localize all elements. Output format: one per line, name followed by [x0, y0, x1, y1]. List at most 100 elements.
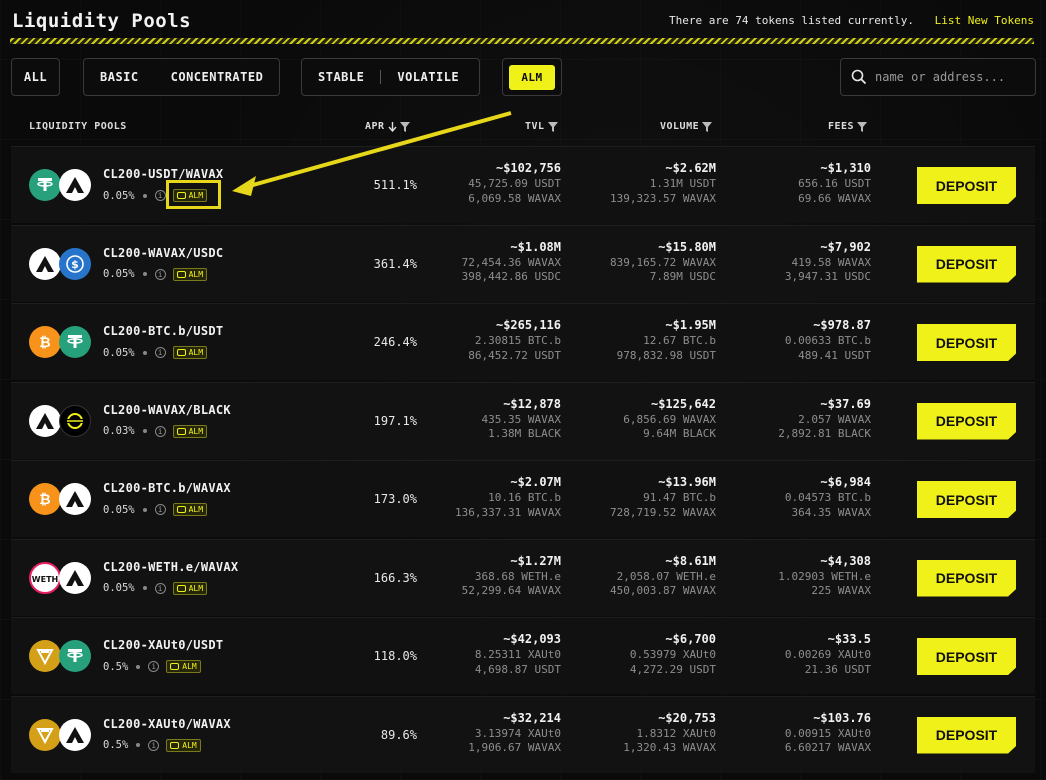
pool-apr: 246.4%: [373, 335, 417, 349]
info-icon[interactable]: i: [154, 190, 166, 201]
svg-text:₿: ₿: [39, 492, 50, 508]
info-icon[interactable]: i: [154, 268, 166, 280]
tvl-token-a: 45,725.09 USDT: [468, 177, 561, 190]
deposit-button[interactable]: DEPOSIT: [917, 167, 1016, 204]
deposit-button[interactable]: DEPOSIT: [917, 638, 1016, 675]
pool-name[interactable]: CL200-XAUt0/USDT: [103, 638, 223, 652]
volume-total: ~$20,753: [658, 710, 716, 725]
alm-badge: ALM: [172, 424, 208, 438]
fees-token-b: 225 WAVAX: [811, 584, 871, 597]
column-header-apr[interactable]: APR: [365, 121, 410, 132]
search-box[interactable]: [840, 58, 1036, 96]
separator-dot: [142, 272, 147, 276]
alm-highlight-box: [166, 180, 221, 209]
pool-name[interactable]: CL200-BTC.b/WAVAX: [103, 481, 231, 495]
alm-badge: ALM: [172, 267, 208, 281]
pool-apr: 166.3%: [373, 570, 417, 585]
filter-all-label[interactable]: ALL: [8, 70, 63, 84]
pool-name[interactable]: CL200-WAVAX/USDC: [103, 246, 223, 260]
column-header-pools[interactable]: LIQUIDITY POOLS: [29, 121, 127, 132]
pool-name[interactable]: CL200-WETH.e/WAVAX: [103, 560, 238, 574]
deposit-button[interactable]: DEPOSIT: [917, 716, 1016, 754]
pool-apr: 89.6%: [380, 727, 417, 742]
filter-volatile[interactable]: VOLATILE: [381, 70, 475, 84]
info-icon[interactable]: i: [148, 739, 160, 751]
pool-row[interactable]: ₿ CL200-BTC.b/USDT 0.05% i ALM 246.4% ~$…: [11, 303, 1035, 380]
robot-icon: [170, 741, 180, 749]
volume-total: ~$2.62M: [665, 161, 716, 175]
column-header-apr-label: APR: [365, 121, 385, 132]
volume-token-b: 1,320.43 WAVAX: [623, 741, 716, 754]
tvl-total: ~$2.07M: [510, 475, 561, 489]
page-title: Liquidity Pools: [12, 10, 192, 32]
column-header-fees[interactable]: FEES: [828, 121, 868, 132]
alm-badge-label: ALM: [182, 662, 197, 671]
pool-name[interactable]: CL200-WAVAX/BLACK: [103, 403, 231, 417]
pool-row[interactable]: CL200-USDT/WAVAX 0.05% i ALM 511.1% ~$10…: [11, 146, 1035, 223]
fees-token-b: 21.36 USDT: [804, 662, 871, 676]
pool-fee: 0.05%: [103, 503, 135, 516]
fees-token-b: 3,947.31 USDC: [784, 270, 871, 283]
token-pair-icons: [29, 718, 91, 751]
tvl-total: ~$102,756: [495, 161, 561, 175]
robot-icon: [176, 584, 186, 592]
separator-dot: [142, 193, 147, 198]
alm-badge-label: ALM: [188, 583, 204, 593]
info-icon[interactable]: i: [148, 661, 160, 672]
tvl-token-b: 6,069.58 WAVAX: [468, 191, 561, 205]
volume-token-b: 7.89M USDC: [649, 270, 716, 283]
fees-total: ~$1,310: [820, 161, 871, 175]
fees-total: ~$37.69: [820, 396, 871, 411]
deposit-button[interactable]: DEPOSIT: [917, 481, 1016, 518]
pool-meta: 0.5% i ALM: [103, 660, 201, 673]
filter-basic[interactable]: BASIC: [84, 70, 155, 84]
fees-token-a: 0.04573 BTC.b: [784, 491, 871, 504]
info-icon[interactable]: i: [154, 347, 166, 358]
token-pair-icons: [29, 169, 91, 201]
pool-row[interactable]: $ CL200-WAVAX/USDC 0.05% i ALM 361.4% ~$…: [11, 224, 1035, 302]
tvl-token-a: 2.30815 BTC.b: [474, 334, 561, 347]
info-icon[interactable]: i: [154, 425, 166, 437]
column-header-volume-label: VOLUME: [660, 121, 700, 132]
pool-volume: ~$20,753 1.8312 XAUt0 1,320.43 WAVAX: [623, 710, 716, 756]
deposit-button[interactable]: DEPOSIT: [917, 402, 1016, 440]
filter-concentrated[interactable]: CONCENTRATED: [155, 70, 280, 84]
alm-badge-label: ALM: [188, 269, 204, 279]
fees-total: ~$33.5: [827, 632, 871, 646]
fees-total: ~$103.76: [813, 710, 871, 725]
pool-tvl: ~$42,093 8.25311 XAUt0 4,698.87 USDT: [475, 631, 561, 677]
search-input[interactable]: [875, 70, 1015, 84]
pool-volume: ~$1.95M 12.67 BTC.b 978,832.98 USDT: [617, 317, 716, 363]
pool-name[interactable]: CL200-XAUt0/WAVAX: [103, 717, 231, 731]
deposit-button[interactable]: DEPOSIT: [917, 559, 1016, 597]
pool-meta: 0.03% i ALM: [103, 424, 208, 438]
pool-name[interactable]: CL200-BTC.b/USDT: [103, 324, 223, 338]
list-new-tokens-link[interactable]: List New Tokens: [935, 14, 1034, 27]
filter-funnel-icon: [857, 121, 868, 132]
fees-token-a: 0.00915 XAUt0: [784, 726, 871, 740]
pool-apr: 197.1%: [373, 413, 417, 428]
column-header-tvl[interactable]: TVL: [525, 121, 558, 132]
pool-row[interactable]: CL200-WAVAX/BLACK 0.03% i ALM 197.1% ~$1…: [11, 381, 1035, 459]
filter-alm[interactable]: ALM: [509, 64, 555, 90]
svg-text:$: $: [71, 258, 79, 271]
pool-volume: ~$8.61M 2,058.07 WETH.e 450,003.87 WAVAX: [610, 553, 716, 599]
pool-row[interactable]: WETH CL200-WETH.e/WAVAX 0.05% i ALM 166.…: [11, 538, 1035, 616]
volume-total: ~$1.95M: [665, 318, 716, 332]
pool-name[interactable]: CL200-USDT/WAVAX: [103, 167, 223, 181]
filter-stable[interactable]: STABLE: [302, 70, 380, 84]
pool-tvl: ~$1.08M 72,454.36 WAVAX 398,442.86 USDC: [462, 239, 561, 285]
column-header-volume[interactable]: VOLUME: [660, 121, 713, 132]
volume-token-a: 12.67 BTC.b: [643, 334, 716, 347]
info-icon[interactable]: i: [154, 504, 166, 515]
pool-fees: ~$6,984 0.04573 BTC.b 364.35 WAVAX: [785, 474, 871, 520]
pool-row[interactable]: CL200-XAUt0/WAVAX 0.5% i ALM 89.6% ~$32,…: [11, 695, 1035, 773]
filter-all[interactable]: ALL: [11, 58, 60, 96]
pool-row[interactable]: CL200-XAUt0/USDT 0.5% i ALM 118.0% ~$42,…: [11, 617, 1035, 694]
pool-volume: ~$15.80M 839,165.72 WAVAX 7.89M USDC: [610, 239, 716, 285]
pool-row[interactable]: ₿ CL200-BTC.b/WAVAX 0.05% i ALM 173.0% ~…: [11, 460, 1035, 537]
deposit-button[interactable]: DEPOSIT: [917, 324, 1016, 361]
svg-text:WETH: WETH: [32, 575, 58, 584]
deposit-button[interactable]: DEPOSIT: [917, 245, 1016, 283]
info-icon[interactable]: i: [154, 582, 166, 594]
